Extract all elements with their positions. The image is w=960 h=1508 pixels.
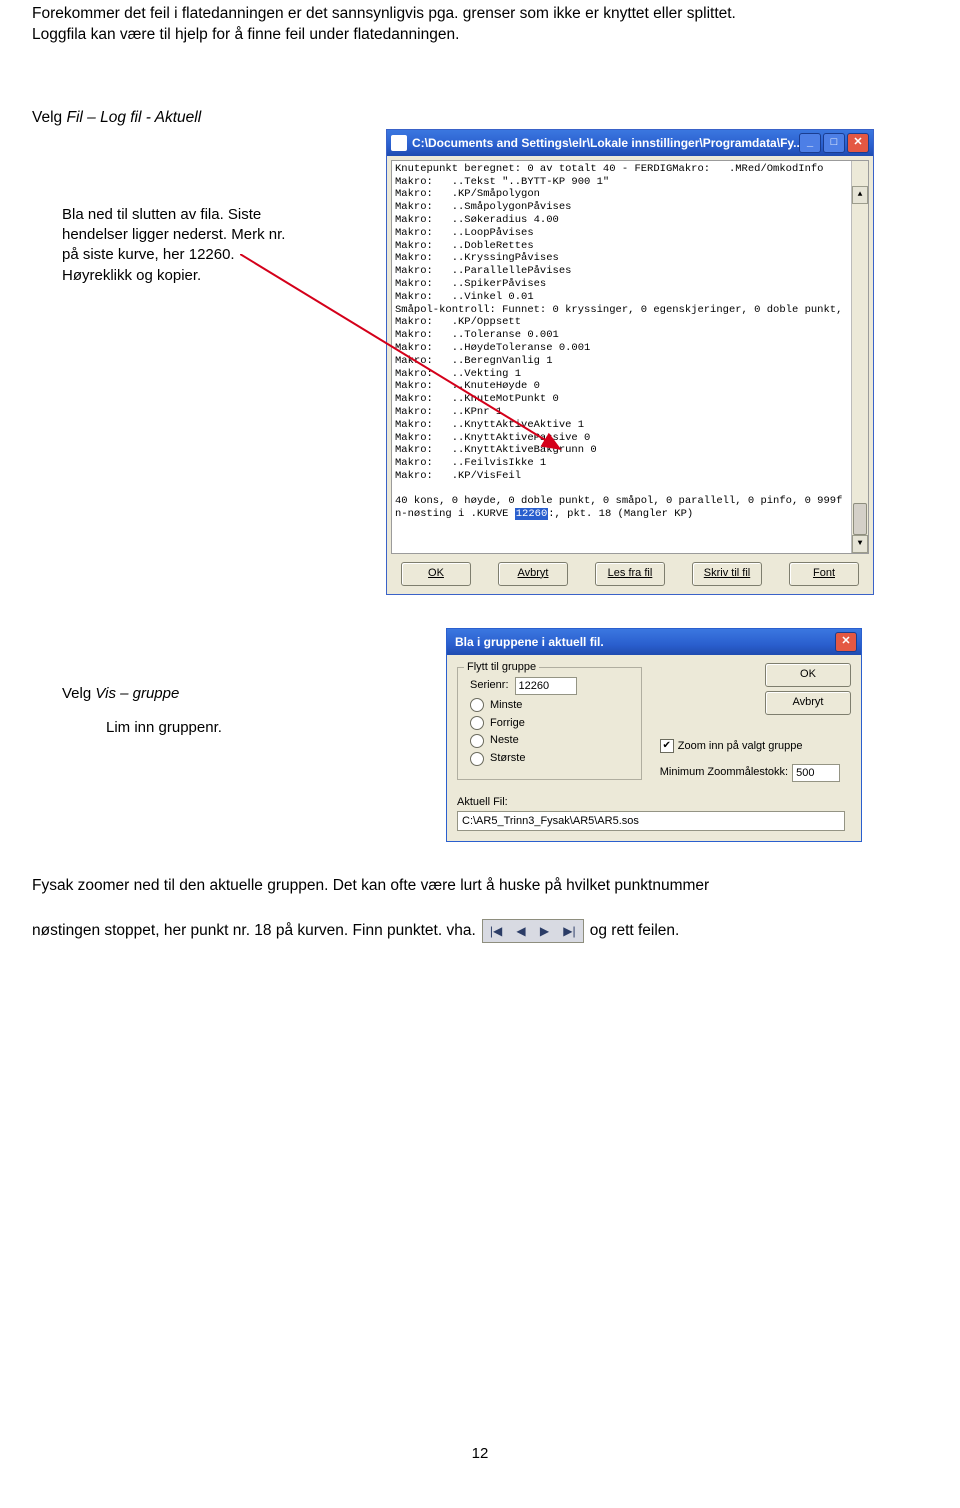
window-app-icon xyxy=(391,135,407,151)
close-button[interactable]: ✕ xyxy=(847,133,869,153)
aktuell-fil-label: Aktuell Fil: xyxy=(457,795,851,810)
callout1-l1: Bla ned til slutten av fila. Siste xyxy=(62,205,362,225)
ok-button[interactable]: OK xyxy=(401,562,471,586)
nav-prev-icon: ◀ xyxy=(516,923,525,939)
radio-minste-label: Minste xyxy=(490,698,522,713)
font-button[interactable]: Font xyxy=(789,562,859,586)
skriv-til-fil-button[interactable]: Skriv til fil xyxy=(692,562,762,586)
callout-1: Bla ned til slutten av fila. Siste hende… xyxy=(62,205,362,286)
minzoom-input[interactable]: 500 xyxy=(792,764,840,782)
callout1-l4: Høyreklikk og kopier. xyxy=(62,266,362,286)
serienr-label: Serienr: xyxy=(470,678,509,693)
dialog-title: Bla i gruppene i aktuell fil. xyxy=(451,634,835,650)
log-window-title: C:\Documents and Settings\elr\Lokale inn… xyxy=(412,135,799,151)
nav-last-icon: ▶| xyxy=(563,923,575,939)
radio-neste-label: Neste xyxy=(490,733,519,748)
dialog-avbryt-button[interactable]: Avbryt xyxy=(765,691,851,715)
log-window-titlebar[interactable]: C:\Documents and Settings\elr\Lokale inn… xyxy=(387,130,873,156)
minzoom-label: Minimum Zoommålestokk: xyxy=(660,765,788,780)
page-number: 12 xyxy=(0,1444,960,1464)
step2-prefix: Velg xyxy=(62,685,95,702)
radio-storste[interactable] xyxy=(470,752,484,766)
after-line2a: nøstingen stoppet, her punkt nr. 18 på k… xyxy=(32,921,476,942)
radio-minste[interactable] xyxy=(470,698,484,712)
nav-first-icon: |◀ xyxy=(490,923,502,939)
log-sel-pre: n-nøsting i .KURVE xyxy=(395,508,515,520)
log-window: C:\Documents and Settings\elr\Lokale inn… xyxy=(386,129,874,595)
aktuell-fil-path[interactable]: C:\AR5_Trinn3_Fysak\AR5\AR5.sos xyxy=(457,811,845,831)
callout1-l2: hendelser ligger nederst. Merk nr. xyxy=(62,225,362,245)
group-legend: Flytt til gruppe xyxy=(464,660,539,675)
dialog-ok-button[interactable]: OK xyxy=(765,663,851,687)
nav-next-icon: ▶ xyxy=(540,923,549,939)
step1-menu: Fil – Log fil - Aktuell xyxy=(66,109,201,126)
serienr-input[interactable]: 12260 xyxy=(515,677,577,695)
after-line1: Fysak zoomer ned til den aktuelle gruppe… xyxy=(32,876,928,897)
scroll-thumb[interactable] xyxy=(853,503,867,535)
scroll-down-icon[interactable]: ▼ xyxy=(852,535,868,553)
avbryt-button[interactable]: Avbryt xyxy=(498,562,568,586)
les-fra-fil-button[interactable]: Les fra fil xyxy=(595,562,665,586)
maximize-button[interactable]: □ xyxy=(823,133,845,153)
zoom-checkbox-label: Zoom inn på valgt gruppe xyxy=(678,739,803,754)
zoom-checkbox[interactable]: ✔ xyxy=(660,739,674,753)
step1-prefix: Velg xyxy=(32,109,66,126)
intro-line1: Forekommer det feil i flatedanningen er … xyxy=(32,4,928,25)
after-line2b: og rett feilen. xyxy=(590,921,680,942)
log-selected-number[interactable]: 12260 xyxy=(515,508,549,520)
step2-sub: Lim inn gruppenr. xyxy=(106,718,322,738)
nav-buttons-image: |◀ ◀ ▶ ▶| xyxy=(482,919,584,943)
group-dialog: Bla i gruppene i aktuell fil. ✕ Flytt ti… xyxy=(446,628,862,843)
callout1-l3: på siste kurve, her 12260. xyxy=(62,245,362,265)
radio-forrige[interactable] xyxy=(470,716,484,730)
minimize-button[interactable]: _ xyxy=(799,133,821,153)
radio-forrige-label: Forrige xyxy=(490,716,525,731)
log-lines: Makro: ..Tekst "..BYTT-KP 900 1" Makro: … xyxy=(395,176,842,508)
radio-storste-label: Største xyxy=(490,751,525,766)
flytt-til-gruppe-group: Flytt til gruppe Serienr: 12260 Minste F… xyxy=(457,667,642,780)
dialog-titlebar[interactable]: Bla i gruppene i aktuell fil. ✕ xyxy=(447,629,861,655)
step2-block: Velg Vis – gruppe Lim inn gruppenr. xyxy=(62,684,322,739)
vertical-scrollbar[interactable]: ▲ ▼ xyxy=(851,161,868,553)
log-sel-post: :, pkt. 18 (Mangler KP) xyxy=(548,508,693,520)
radio-neste[interactable] xyxy=(470,734,484,748)
log-textarea[interactable]: Knutepunkt beregnet: 0 av totalt 40 - FE… xyxy=(391,160,869,554)
intro-line2: Loggfila kan være til hjelp for å finne … xyxy=(32,25,928,46)
dialog-close-button[interactable]: ✕ xyxy=(835,632,857,652)
log-line: Knutepunkt beregnet: 0 av totalt 40 - FE… xyxy=(395,163,823,175)
step2-menu: Vis – gruppe xyxy=(95,685,179,702)
scroll-up-icon[interactable]: ▲ xyxy=(852,186,868,204)
